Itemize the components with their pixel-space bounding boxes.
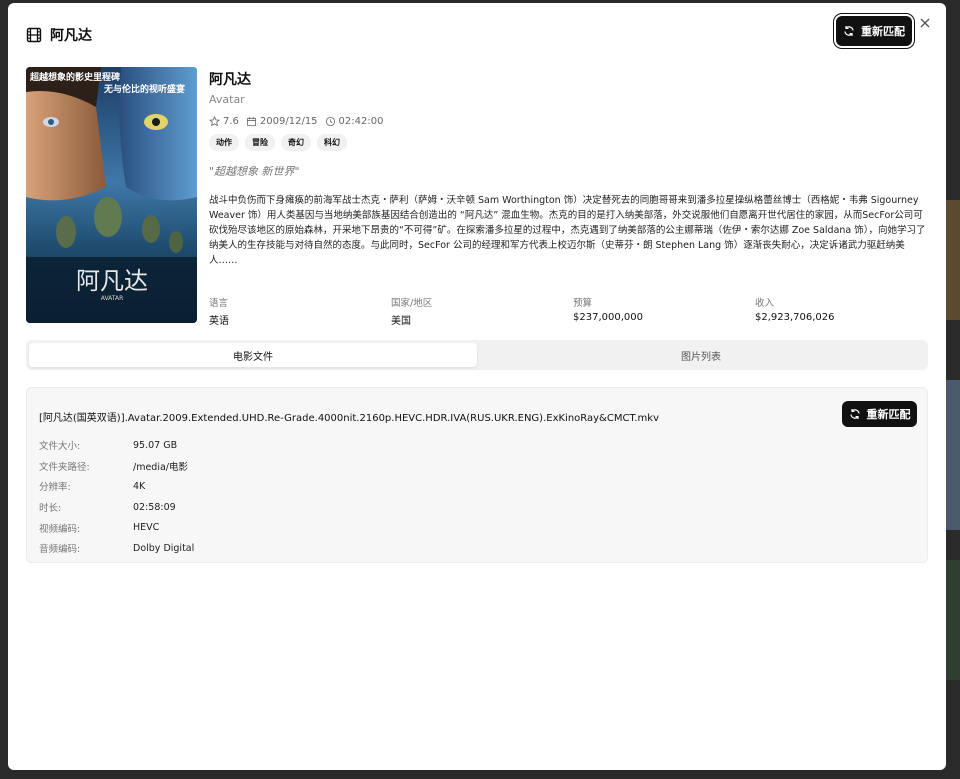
stat-label: 语言 xyxy=(209,298,229,309)
background-app-strip xyxy=(946,560,960,680)
file-row-value: 4K xyxy=(133,480,146,492)
runtime-value: 02:42:00 xyxy=(338,116,384,127)
rating-value: 7.6 xyxy=(223,116,239,127)
release-date: 2009/12/15 xyxy=(246,116,318,127)
file-row-duration: 时长: 02:58:09 xyxy=(39,497,194,518)
file-row-value: 95.07 GB xyxy=(133,439,178,451)
stat-country: 国家/地区 美国 xyxy=(391,295,573,327)
file-row-value: /media/电影 xyxy=(133,461,188,473)
poster-slogan-2: 无与伦比的视听盛宴 xyxy=(103,83,185,95)
movie-info: 阿凡达 Avatar 7.6 2009/12/15 02:42:00 动作 冒险… xyxy=(209,67,929,268)
genre-tags: 动作 冒险 奇幻 科幻 xyxy=(209,134,929,151)
runtime: 02:42:00 xyxy=(325,116,384,127)
file-row-label: 音频编码: xyxy=(39,544,81,556)
movie-overview: 战斗中负伤而下身瘫痪的前海军战士杰克・萨利（萨姆・沃辛顿 Sam Worthin… xyxy=(209,195,926,266)
background-app-strip xyxy=(946,380,960,530)
file-row-size: 文件大小: 95.07 GB xyxy=(39,435,194,456)
poster-title-cn: 阿凡达 xyxy=(76,267,148,295)
tab-image-list[interactable]: 图片列表 xyxy=(477,343,925,367)
movie-original-title: Avatar xyxy=(209,93,245,106)
file-row-value: Dolby Digital xyxy=(133,542,195,554)
refresh-icon xyxy=(844,26,854,36)
movie-tagline: "超越想象 新世界" xyxy=(209,165,300,178)
stat-label: 国家/地区 xyxy=(391,298,433,309)
stat-revenue: 收入 $2,923,706,026 xyxy=(755,295,937,327)
detail-tabs: 电影文件 图片列表 xyxy=(26,340,928,370)
movie-poster: 超越想象的影史里程碑 无与伦比的视听盛宴 阿凡达 AVATAR xyxy=(26,67,197,323)
genre-tag: 奇幻 xyxy=(281,134,311,151)
file-row-value: 02:58:09 xyxy=(133,501,176,513)
tab-movie-files[interactable]: 电影文件 xyxy=(29,343,477,367)
file-row-value: HEVC xyxy=(133,522,160,534)
file-row-path: 文件夹路径: /media/电影 xyxy=(39,456,194,477)
movie-stats: 语言 英语 国家/地区 美国 预算 $237,000,000 收入 $2,923… xyxy=(209,295,939,327)
dialog-header: 阿凡达 xyxy=(26,21,928,49)
movie-meta: 7.6 2009/12/15 02:42:00 xyxy=(209,116,929,127)
close-icon[interactable] xyxy=(918,16,932,30)
stat-language: 语言 英语 xyxy=(209,295,391,327)
movie-file-card: [阿凡达(国英双语)].Avatar.2009.Extended.UHD.Re-… xyxy=(26,387,928,563)
file-row-label: 文件大小: xyxy=(39,441,81,453)
calendar-icon xyxy=(246,117,256,127)
rating: 7.6 xyxy=(209,116,239,127)
release-date-value: 2009/12/15 xyxy=(259,116,318,127)
file-name: [阿凡达(国英双语)].Avatar.2009.Extended.UHD.Re-… xyxy=(39,413,659,424)
stat-value: $2,923,706,026 xyxy=(755,312,835,323)
poster-slogan-1: 超越想象的影史里程碑 xyxy=(29,71,120,83)
clock-icon xyxy=(325,116,335,127)
file-row-resolution: 分辨率: 4K xyxy=(39,476,194,497)
file-row-audio-codec: 音频编码: Dolby Digital xyxy=(39,538,194,559)
header-rematch-button[interactable]: 重新匹配 xyxy=(836,16,912,46)
poster-title-en: AVATAR xyxy=(101,295,124,302)
file-row-video-codec: 视频编码: HEVC xyxy=(39,517,194,538)
stat-label: 收入 xyxy=(755,298,775,309)
file-rematch-label: 重新匹配 xyxy=(866,408,911,421)
film-icon xyxy=(26,27,42,43)
movie-detail-dialog: 阿凡达 重新匹配 超越想象的影史里程碑 无与伦比的视听盛宴 阿凡达 AVATAR… xyxy=(8,3,946,770)
file-details: 文件大小: 95.07 GB 文件夹路径: /media/电影 分辨率: 4K … xyxy=(39,435,194,559)
refresh-icon xyxy=(849,409,860,419)
file-row-label: 分辨率: xyxy=(39,482,71,494)
genre-tag: 动作 xyxy=(209,134,239,151)
file-row-label: 时长: xyxy=(39,503,62,515)
genre-tag: 冒险 xyxy=(245,134,275,151)
stat-budget: 预算 $237,000,000 xyxy=(573,295,755,327)
file-row-label: 视频编码: xyxy=(39,523,81,535)
file-rematch-button[interactable]: 重新匹配 xyxy=(842,401,917,427)
file-row-label: 文件夹路径: xyxy=(39,461,90,473)
genre-tag: 科幻 xyxy=(317,134,347,151)
star-icon xyxy=(209,116,220,127)
header-rematch-label: 重新匹配 xyxy=(861,25,905,38)
stat-value: $237,000,000 xyxy=(573,312,643,323)
dialog-title: 阿凡达 xyxy=(50,28,92,44)
stat-value: 英语 xyxy=(209,316,229,327)
stat-value: 美国 xyxy=(391,316,411,327)
movie-title: 阿凡达 xyxy=(209,72,251,88)
background-app-strip xyxy=(946,200,960,320)
stat-label: 预算 xyxy=(573,298,593,309)
